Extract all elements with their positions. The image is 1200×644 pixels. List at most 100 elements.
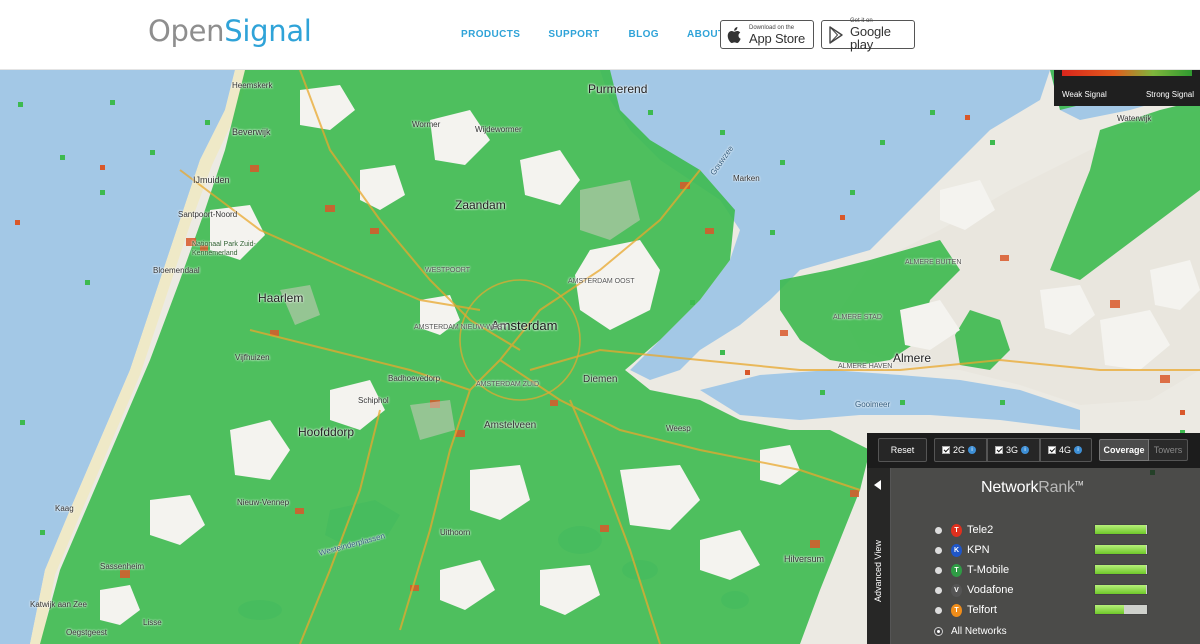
operator-rank-bar — [1094, 564, 1148, 575]
network-rank-title: NetworkRankTM — [981, 479, 1083, 497]
label-almere: Almere — [893, 351, 932, 365]
app-store-big-text: App Store — [749, 30, 806, 46]
info-icon[interactable]: i — [1021, 446, 1030, 454]
operator-name: Tele2 — [967, 524, 994, 536]
label-vijfhuizen: Vijfhuizen — [235, 353, 270, 362]
reset-button[interactable]: Reset — [878, 438, 927, 462]
label-uithoorn: Uithoorn — [440, 528, 471, 537]
operator-name: KPN — [967, 544, 990, 556]
filter-2g-checkbox[interactable]: 2G i — [934, 438, 987, 462]
label-lisse: Lisse — [143, 618, 162, 627]
operator-rank-fill — [1095, 585, 1146, 594]
google-play-button[interactable]: Get it on Google play — [821, 18, 915, 52]
operator-rank-fill — [1095, 525, 1146, 534]
operator-rank-fill — [1095, 565, 1146, 574]
operator-name: Telfort — [967, 604, 997, 616]
checkbox-2g[interactable] — [942, 446, 950, 454]
label-weesp: Weesp — [666, 424, 691, 433]
signal-legend: Weak Signal Strong Signal — [1054, 70, 1200, 106]
operator-name: T-Mobile — [967, 564, 1010, 576]
operator-rank-fill — [1095, 545, 1146, 554]
app-store-button[interactable]: Download on the App Store — [720, 20, 814, 49]
label-hilversum: Hilversum — [784, 554, 825, 564]
label-gooimeer: Gooimeer — [855, 400, 891, 409]
nav-about[interactable]: ABOUT — [687, 29, 725, 40]
label-kaag: Kaag — [55, 504, 74, 513]
label-almere-haven: ALMERE HAVEN — [838, 363, 893, 370]
advanced-view-label: Advanced View — [873, 540, 883, 602]
operator-row-vodafone[interactable]: V Vodafone — [935, 580, 1195, 600]
label-hoofddorp: Hoofddorp — [298, 425, 355, 439]
label-2g: 2G — [953, 445, 966, 455]
info-icon[interactable]: i — [1074, 446, 1083, 454]
all-networks-label: All Networks — [951, 625, 1007, 637]
operator-rank-bar — [1094, 544, 1148, 555]
operator-radio[interactable] — [935, 526, 942, 534]
logo-text-signal: Signal — [224, 14, 312, 48]
label-wijdewormer: Wijdewormer — [475, 125, 522, 134]
label-katwijk: Katwijk aan Zee — [30, 600, 87, 609]
label-almere-buiten: ALMERE BUITEN — [905, 259, 962, 266]
label-waterwijk: Waterwijk — [1117, 114, 1152, 123]
panel-toolbar: Reset 2G i 3G i 4G i Coverage Towers — [867, 433, 1200, 468]
main-nav: PRODUCTS SUPPORT BLOG ABOUT — [461, 29, 725, 40]
nav-blog[interactable]: BLOG — [628, 29, 659, 40]
label-badhoevedorp: Badhoevedorp — [388, 374, 441, 383]
operator-radio[interactable] — [935, 606, 942, 614]
operator-row-all-networks[interactable]: All Networks — [935, 621, 1195, 641]
operator-marker-icon: V — [951, 583, 962, 597]
network-rank-panel: Advanced View NetworkRankTM T Tele2 K KPN T T… — [867, 468, 1200, 644]
towers-toggle[interactable]: Towers — [1149, 439, 1188, 461]
operator-row-t-mobile[interactable]: T T-Mobile — [935, 560, 1195, 580]
operator-radio[interactable] — [935, 546, 942, 554]
label-sassenheim: Sassenheim — [100, 562, 145, 571]
operator-radio-selected[interactable] — [935, 627, 942, 635]
label-westpoort: WESTPOORT — [425, 267, 470, 274]
nav-products[interactable]: PRODUCTS — [461, 29, 520, 40]
coverage-toggle[interactable]: Coverage — [1099, 439, 1149, 461]
operator-rank-bar — [1094, 604, 1148, 615]
checkbox-4g[interactable] — [1048, 446, 1056, 454]
filter-3g-checkbox[interactable]: 3G i — [987, 438, 1040, 462]
label-ijmuiden: IJmuiden — [193, 175, 230, 185]
label-amsterdam-nw: AMSTERDAM NIEUW-WEST — [414, 324, 507, 331]
label-4g: 4G — [1059, 445, 1072, 455]
operator-radio[interactable] — [935, 566, 942, 574]
operator-rank-bar — [1094, 524, 1148, 535]
advanced-view-tab[interactable]: Advanced View — [867, 468, 891, 644]
operator-radio[interactable] — [935, 586, 942, 594]
label-zaandam: Zaandam — [455, 198, 506, 212]
label-oegstgeest: Oegstgeest — [66, 628, 107, 637]
checkbox-3g[interactable] — [995, 446, 1003, 454]
legend-weak-label: Weak Signal — [1062, 90, 1107, 99]
operator-rank-bar — [1094, 584, 1148, 595]
operator-marker-icon: T — [951, 603, 962, 617]
network-rank-title-b: Rank — [1038, 479, 1075, 496]
label-bloemendaal: Bloemendaal — [153, 266, 200, 275]
operator-marker-icon: T — [951, 563, 962, 577]
trademark-mark: TM — [1074, 481, 1084, 488]
site-header: OpenSignal PRODUCTS SUPPORT BLOG ABOUT D… — [0, 0, 1200, 70]
operator-marker-icon: K — [951, 543, 962, 557]
nav-support[interactable]: SUPPORT — [548, 29, 599, 40]
operator-row-telfort[interactable]: T Telfort — [935, 600, 1195, 620]
label-amsterdam-oost: AMSTERDAM OOST — [568, 278, 635, 285]
label-wormer: Wormer — [412, 120, 441, 129]
arrow-left-icon[interactable] — [874, 480, 881, 490]
info-icon[interactable]: i — [968, 446, 977, 454]
label-schiphol: Schiphol — [358, 396, 389, 405]
operator-row-kpn[interactable]: K KPN — [935, 540, 1195, 560]
label-marken: Marken — [733, 174, 760, 183]
google-play-big-text: Google play — [850, 24, 891, 52]
label-almere-stad: ALMERE STAD — [833, 314, 882, 321]
filter-4g-checkbox[interactable]: 4G i — [1040, 438, 1092, 462]
label-haarlem: Haarlem — [258, 291, 304, 305]
label-nationaal-park: Nationaal Park Zuid-Kennemerland — [192, 241, 256, 257]
opensignal-logo[interactable]: OpenSignal — [148, 14, 312, 48]
logo-text-open: Open — [148, 14, 225, 48]
operator-row-tele2[interactable]: T Tele2 — [935, 520, 1195, 540]
label-beverwijk: Beverwijk — [232, 127, 271, 137]
label-amsterdam-zuid: AMSTERDAM ZUID — [476, 381, 539, 388]
network-rank-title-a: Network — [981, 479, 1039, 496]
label-diemen: Diemen — [583, 374, 618, 385]
